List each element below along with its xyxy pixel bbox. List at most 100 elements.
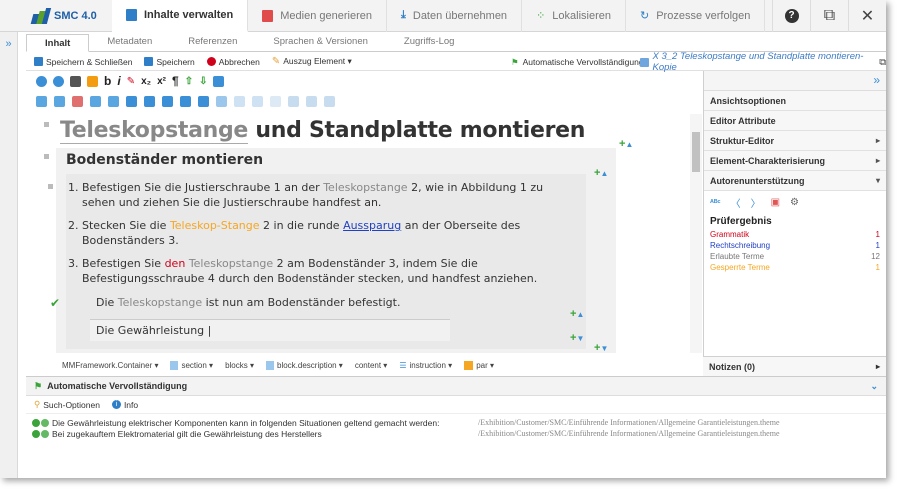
table-col-left-icon[interactable]: [126, 95, 137, 107]
tab-zugriffs-log[interactable]: Zugriffs-Log: [386, 33, 473, 51]
table-delete-row-icon[interactable]: [72, 95, 83, 107]
marker-icon[interactable]: ✎: [127, 76, 135, 87]
add-element-icon[interactable]: +▲: [594, 167, 608, 179]
right-panel-expand[interactable]: »: [704, 71, 886, 91]
add-element-icon[interactable]: +▼: [570, 332, 584, 344]
tab-prozesse-verfolgen[interactable]: ↻ Prozesse verfolgen: [626, 0, 766, 32]
table-col-merge-icon[interactable]: [180, 95, 191, 107]
bold-icon[interactable]: b: [104, 74, 111, 88]
section-title[interactable]: Bodenständer montieren: [66, 152, 263, 168]
table-row-above-icon[interactable]: [36, 95, 47, 107]
panel-struktur-editor[interactable]: Struktur-Editor ▸: [704, 131, 886, 151]
grammar-error[interactable]: den: [165, 257, 186, 270]
title-term[interactable]: Teleskopstange: [60, 118, 248, 144]
forbidden-term[interactable]: Teleskop-Stange: [170, 219, 260, 232]
result-blocked-terms[interactable]: Gesperrte Terme 1: [710, 262, 880, 273]
term-highlight[interactable]: Teleskopstange: [189, 257, 273, 270]
move-up-icon[interactable]: ⇧: [185, 76, 193, 87]
tab-inhalt[interactable]: Inhalt: [26, 34, 90, 52]
move-down-icon[interactable]: ⇩: [199, 76, 207, 87]
crumb-section[interactable]: section ▾: [170, 360, 213, 370]
table-cell-icon[interactable]: [234, 95, 245, 107]
warranty-paragraph[interactable]: Die Gewährleistung |: [90, 319, 450, 341]
save-close-button[interactable]: Speichern & Schließen: [34, 57, 132, 67]
crumb-blocks[interactable]: blocks ▾: [225, 361, 254, 370]
app-logo[interactable]: SMC 4.0: [0, 0, 112, 32]
next-icon[interactable]: 〉: [751, 195, 761, 210]
close-icon[interactable]: ✕: [848, 0, 886, 32]
crumb-content[interactable]: content ▾: [355, 361, 387, 370]
link-icon[interactable]: [70, 75, 81, 87]
search-options-button[interactable]: ⚲ Such-Optionen: [34, 399, 100, 410]
run-check-icon[interactable]: ▣: [771, 197, 780, 208]
left-collapse-strip[interactable]: »: [0, 32, 18, 478]
expand-icon[interactable]: »: [5, 38, 11, 50]
result-spelling[interactable]: Rechtschreibung 1: [710, 240, 880, 251]
table-merge-icon[interactable]: [90, 95, 101, 107]
crumb-par[interactable]: par ▾: [464, 360, 494, 370]
save-button[interactable]: Speichern: [144, 57, 195, 67]
result-allowed-terms[interactable]: Erlaubte Terme 12: [710, 251, 880, 262]
table-split-icon[interactable]: [108, 95, 119, 107]
panel-editor-attribute[interactable]: Editor Attribute: [704, 111, 886, 131]
gear-icon[interactable]: ⚙: [790, 197, 799, 208]
align-dropdown-icon[interactable]: [306, 95, 317, 107]
italic-icon[interactable]: i: [117, 74, 120, 88]
term-highlight[interactable]: Teleskopstange: [323, 181, 407, 194]
panel-element-charakterisierung[interactable]: Element-Charakterisierung ▸: [704, 151, 886, 171]
crumb-container[interactable]: MMFramework.Container ▾: [62, 361, 158, 370]
excerpt-button[interactable]: ✎ Auszug Element ▾: [272, 56, 352, 67]
table-row-below-icon[interactable]: [54, 95, 65, 107]
step-result[interactable]: Die Teleskopstange ist nun am Bodenständ…: [96, 295, 566, 310]
tab-medien-generieren[interactable]: Medien generieren: [248, 0, 387, 32]
table-cell-icon[interactable]: [270, 95, 281, 107]
tab-metadaten[interactable]: Metadaten: [89, 33, 170, 51]
align-dropdown-icon[interactable]: [324, 95, 335, 107]
table-cell-icon[interactable]: [252, 95, 263, 107]
term-highlight[interactable]: Teleskopstange: [118, 296, 202, 309]
autocomplete-toggle[interactable]: ⚑ Automatische Vervollständigung: [511, 53, 644, 71]
subscript-icon[interactable]: x₂: [141, 76, 151, 87]
paragraph-icon[interactable]: ¶: [172, 74, 179, 88]
autocomplete-item[interactable]: Die Gewährleistung elektrischer Komponen…: [26, 417, 886, 428]
add-element-icon[interactable]: +▼: [594, 342, 608, 353]
table-icon[interactable]: [213, 75, 225, 87]
window-icon[interactable]: ⧉: [810, 0, 848, 32]
page-title[interactable]: Teleskopstange und Standplatte montieren: [60, 118, 585, 144]
table-cell-icon[interactable]: [216, 95, 227, 107]
step-3[interactable]: 3. Befestigen Sie den Teleskopstange 2 am…: [68, 256, 552, 286]
table-col-split-icon[interactable]: [198, 95, 209, 107]
scrollbar-thumb[interactable]: [692, 132, 700, 172]
tab-inhalte-verwalten[interactable]: Inhalte verwalten: [112, 0, 249, 32]
info-button[interactable]: i Info: [111, 400, 138, 410]
tab-daten-uebernehmen[interactable]: ⤓ Daten übernehmen: [387, 0, 523, 32]
spellcheck-icon[interactable]: ᴬᴮᶜ: [710, 198, 721, 207]
step-1[interactable]: 1. Befestigen Sie die Justierschraube 1 a…: [68, 180, 552, 210]
insert-icon[interactable]: [87, 75, 98, 87]
align-dropdown-icon[interactable]: [288, 95, 299, 107]
notes-panel[interactable]: Notizen (0) ▸: [703, 356, 886, 376]
undo-icon[interactable]: [36, 75, 47, 87]
autocomplete-item[interactable]: Bei zugekauftem Elektromaterial gilt die…: [26, 428, 886, 439]
help-icon[interactable]: ?: [772, 0, 810, 32]
document-link[interactable]: X 3_2 Teleskopstange und Standplatte mon…: [640, 51, 886, 73]
redo-icon[interactable]: [53, 75, 64, 87]
add-element-icon[interactable]: +▲: [570, 308, 584, 320]
table-col-right-icon[interactable]: [144, 95, 155, 107]
prev-icon[interactable]: 〈: [731, 195, 741, 210]
result-grammar[interactable]: Grammatik 1: [710, 229, 880, 240]
open-window-icon[interactable]: ⧉: [879, 57, 886, 68]
superscript-icon[interactable]: x²: [157, 76, 166, 87]
cancel-button[interactable]: Abbrechen: [206, 57, 260, 67]
editor-canvas[interactable]: Teleskopstange und Standplatte montieren…: [36, 114, 691, 353]
step-2[interactable]: 2. Stecken Sie die Teleskop-Stange 2 in d…: [68, 218, 552, 248]
crumb-block-description[interactable]: block.description ▾: [266, 360, 343, 370]
spelling-error[interactable]: Aussparug: [343, 219, 401, 232]
panel-ansichtsoptionen[interactable]: Ansichtsoptionen: [704, 91, 886, 111]
tab-referenzen[interactable]: Referenzen: [170, 33, 255, 51]
tab-lokalisieren[interactable]: ⁘ Lokalisieren: [522, 0, 626, 32]
collapse-icon[interactable]: ⌄: [870, 381, 878, 392]
editor-scrollbar[interactable]: [690, 114, 702, 353]
tab-sprachen-versionen[interactable]: Sprachen & Versionen: [255, 33, 386, 51]
crumb-instruction[interactable]: ☰ instruction ▾: [399, 361, 452, 370]
